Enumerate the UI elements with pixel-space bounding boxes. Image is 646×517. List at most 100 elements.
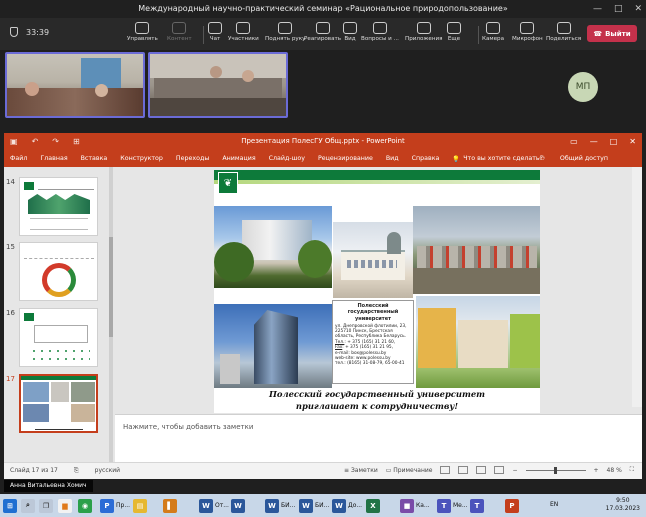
- app-icon: ▌: [163, 498, 177, 513]
- ribbon-tab[interactable]: Справка: [412, 155, 440, 162]
- task-view-icon: ❐: [39, 498, 53, 513]
- zoom-slider-thumb[interactable]: [553, 466, 557, 474]
- taskbar-app[interactable]: T: [470, 496, 484, 515]
- notes-pane[interactable]: Нажмите, чтобы добавить заметки: [115, 414, 642, 462]
- app-label: Ка...: [416, 502, 430, 509]
- ribbon-options-icon[interactable]: ▭: [570, 133, 578, 150]
- toolbar-share-control-button[interactable]: Управлять: [127, 22, 158, 42]
- language-indicator[interactable]: русский: [95, 467, 120, 475]
- slide-thumbnail-15[interactable]: [19, 242, 98, 301]
- ribbon-tab[interactable]: Анимация: [222, 155, 255, 162]
- search-button[interactable]: ⌕: [21, 496, 35, 515]
- taskbar-app[interactable]: ◉: [78, 496, 92, 515]
- fit-slide-icon[interactable]: ⛶: [630, 466, 634, 474]
- slide-sorter-icon[interactable]: [458, 466, 469, 474]
- share-button[interactable]: ⚇ Общий доступ: [539, 155, 621, 162]
- close-icon[interactable]: ✕: [629, 133, 636, 150]
- undo-icon[interactable]: ↶: [32, 133, 39, 150]
- taskbar-app[interactable]: ▤: [133, 496, 147, 515]
- maximize-icon[interactable]: □: [614, 0, 623, 18]
- ribbon-tab[interactable]: Конструктор: [120, 155, 163, 162]
- thumb-photo: [23, 382, 49, 402]
- ribbon-tab[interactable]: Файл: [10, 155, 27, 162]
- customize-icon[interactable]: ⊞: [73, 133, 80, 150]
- notes-button[interactable]: ≡ Заметки: [344, 467, 378, 474]
- status-bar: Слайд 17 из 17 ⎘ русский ≡ Заметки ▭ При…: [4, 462, 642, 479]
- zoom-out-icon[interactable]: −: [512, 467, 517, 474]
- comments-button[interactable]: ▭ Примечание: [386, 467, 433, 474]
- slide-thumbnail-16[interactable]: [19, 308, 98, 367]
- ribbon-tab[interactable]: Переходы: [176, 155, 209, 162]
- video-tile-2[interactable]: [148, 52, 288, 118]
- normal-view-icon[interactable]: [440, 466, 451, 474]
- ribbon-tab[interactable]: Вид: [386, 155, 399, 162]
- maximize-icon[interactable]: □: [610, 133, 618, 150]
- avatar[interactable]: МП: [568, 72, 598, 102]
- reading-view-icon[interactable]: [476, 466, 487, 474]
- close-icon[interactable]: ✕: [634, 0, 642, 18]
- taskbar-app[interactable]: P Пр...: [100, 496, 130, 515]
- apps-icon: [416, 22, 431, 34]
- light-green-band: [214, 180, 540, 184]
- ppt-body: 14 15 16 17 ❦ Полесский государственный …: [4, 167, 642, 462]
- app-label: До...: [348, 502, 363, 509]
- app-icon: T: [470, 498, 484, 513]
- thumb-heading: [24, 247, 94, 259]
- zoom-slider[interactable]: [525, 466, 586, 474]
- start-button[interactable]: ⊞: [3, 496, 17, 515]
- taskbar-app[interactable]: W От...: [199, 496, 229, 515]
- person-icon: ⚇: [539, 155, 545, 162]
- ribbon-tab[interactable]: Слайд-шоу: [269, 155, 305, 162]
- toolbar-apps-button[interactable]: Приложения: [405, 22, 443, 42]
- system-clock[interactable]: 9:50 17.03.2023: [606, 497, 640, 513]
- toolbar-microphone-button[interactable]: Микрофон: [512, 22, 543, 42]
- toolbar-raise-hand-button[interactable]: Поднять руку: [265, 22, 305, 42]
- leave-button[interactable]: ☎ Выйти: [587, 25, 637, 42]
- zoom-level[interactable]: 48 %: [607, 467, 622, 474]
- toolbar-content-button[interactable]: Контент: [167, 22, 192, 42]
- app-icon: W: [199, 498, 213, 513]
- toolbar-share-button[interactable]: Поделиться: [546, 22, 581, 42]
- taskbar-app[interactable]: ■ Ка...: [400, 496, 430, 515]
- ribbon-tab[interactable]: Вставка: [81, 155, 108, 162]
- toolbar-people-button[interactable]: Участники: [228, 22, 259, 42]
- slide-thumbnail-17[interactable]: [19, 374, 98, 433]
- ribbon-tab[interactable]: Рецензирование: [318, 155, 373, 162]
- taskbar-app[interactable]: W БИ...: [265, 496, 295, 515]
- taskbar-app[interactable]: P: [505, 496, 519, 515]
- toolbar-more-button[interactable]: Еще: [447, 22, 461, 42]
- minimize-icon[interactable]: —: [590, 133, 598, 150]
- toolbar-view-button[interactable]: Вид: [343, 22, 357, 42]
- video-tile-1[interactable]: [5, 52, 145, 118]
- taskbar-app[interactable]: W БИ...: [299, 496, 329, 515]
- scrollbar-thumb[interactable]: [109, 237, 113, 337]
- spellcheck-icon[interactable]: ⎘: [74, 467, 79, 475]
- input-language[interactable]: EN: [550, 501, 558, 508]
- taskbar-app[interactable]: W: [231, 496, 245, 515]
- editor-scrollbar[interactable]: [632, 167, 642, 407]
- slideshow-icon[interactable]: [494, 466, 505, 474]
- taskbar-app[interactable]: T Ме...: [437, 496, 468, 515]
- minimize-icon[interactable]: —: [593, 0, 602, 18]
- taskbar-app[interactable]: X: [366, 496, 380, 515]
- thumbnails-scrollbar[interactable]: [109, 167, 113, 462]
- taskbar-app[interactable]: ▆: [58, 496, 72, 515]
- save-icon[interactable]: ▣: [10, 133, 18, 150]
- taskbar-app[interactable]: ▌: [163, 496, 177, 515]
- redo-icon[interactable]: ↷: [52, 133, 59, 150]
- toolbar-react-button[interactable]: Реагировать: [304, 22, 341, 42]
- current-slide[interactable]: ❦ Полесский государственный университет …: [214, 170, 540, 413]
- zoom-in-icon[interactable]: +: [594, 467, 599, 474]
- content-icon: [172, 22, 187, 34]
- toolbar-qa-button[interactable]: Вопросы и ...: [361, 22, 399, 42]
- building-cream: [458, 320, 508, 368]
- toolbar-chat-button[interactable]: Чат: [208, 22, 222, 42]
- app-label: БИ...: [315, 502, 330, 509]
- photo-glass-building: [214, 304, 332, 388]
- slide-thumbnail-14[interactable]: [19, 177, 98, 236]
- ribbon-tab[interactable]: Главная: [40, 155, 67, 162]
- task-view-button[interactable]: ❐: [39, 496, 53, 515]
- toolbar-camera-button[interactable]: Камера: [482, 22, 504, 42]
- tell-me-search[interactable]: Что вы хотите сделать?: [463, 155, 543, 162]
- taskbar-app[interactable]: W До...: [332, 496, 362, 515]
